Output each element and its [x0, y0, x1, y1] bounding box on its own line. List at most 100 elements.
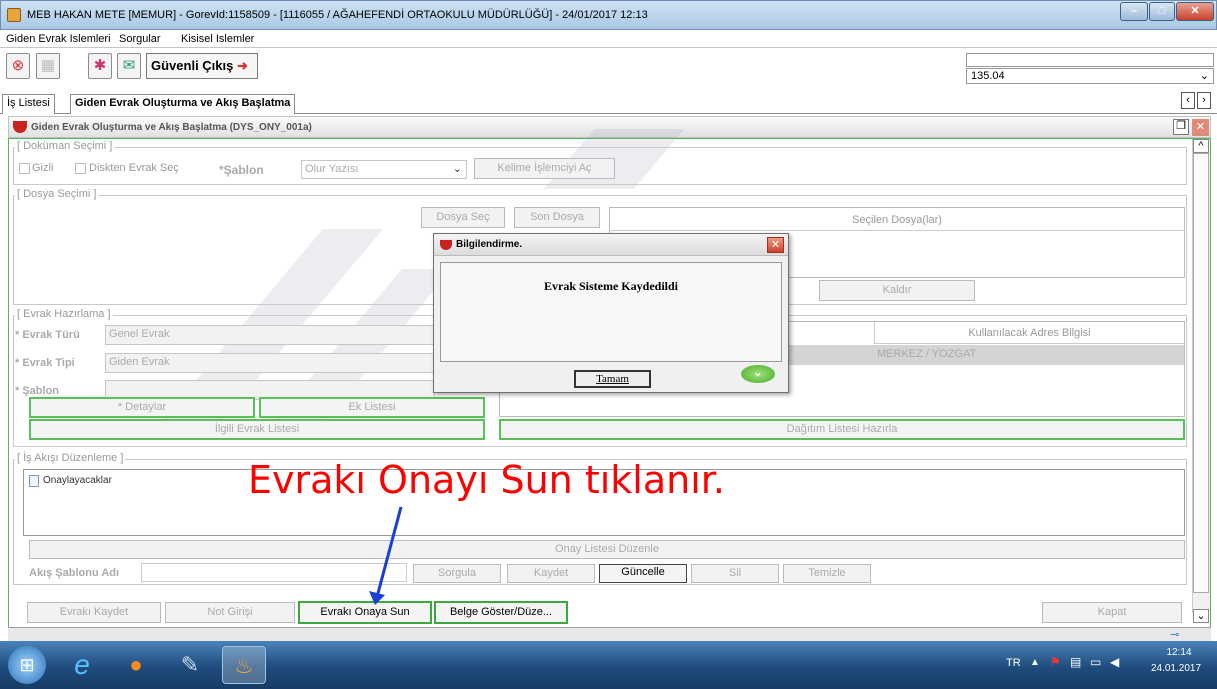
window-title: MEB HAKAN METE [MEMUR] - GorevId:1158509… — [27, 9, 648, 21]
tab-scroll-left-icon[interactable]: ‹ — [1181, 92, 1195, 109]
sablon-select[interactable]: Olur Yazısı ⌄ — [301, 160, 467, 179]
temizle-button[interactable]: Temizle — [783, 564, 871, 583]
top-combo[interactable] — [966, 53, 1214, 67]
evraki-kaydet-button[interactable]: Evrakı Kaydet — [27, 602, 161, 623]
chevron-down-icon: ⌄ — [1199, 70, 1209, 82]
disk-label: Diskten Evrak Seç — [89, 162, 179, 174]
hazirlama-legend: [ Evrak Hazırlama ] — [15, 308, 113, 320]
tray-arrow-icon[interactable]: ▲ — [1030, 657, 1040, 668]
display-icon[interactable]: ▭ — [1090, 655, 1101, 669]
dialog-message-box — [440, 262, 782, 362]
sablon-adi-label: Akış Şablonu Adı — [29, 567, 120, 579]
ilgili-evrak-button[interactable]: İlgili Evrak Listesi — [29, 419, 485, 440]
dokuman-legend: [ Doküman Seçimi ] — [15, 140, 115, 152]
onaylayacaklar-node[interactable]: Onaylayacaklar — [43, 475, 112, 486]
taskbar: ⊞ e ● ✎ ♨ TR ▲ ⚑ ▤ ▭ ◀ 12:14 24.01.2017 — [0, 641, 1217, 689]
volume-icon[interactable]: ◀ — [1110, 655, 1119, 669]
ek-listesi-button[interactable]: Ek Listesi — [259, 397, 485, 418]
dialog-message: Evrak Sisteme Kaydedildi — [543, 279, 678, 293]
window-titlebar: MEB HAKAN METE [MEMUR] - GorevId:1158509… — [0, 0, 1217, 30]
son-dosya-button[interactable]: Son Dosya — [514, 207, 600, 228]
adres-header: Kullanılacak Adres Bilgisi — [874, 322, 1184, 344]
java-app-taskbar-icon[interactable]: ♨ — [222, 646, 266, 684]
close-window-button[interactable]: ✕ — [1176, 2, 1214, 21]
dagitim-listesi-button[interactable]: Dağıtım Listesi Hazırla — [499, 419, 1185, 440]
kapat-button[interactable]: Kapat — [1042, 602, 1182, 623]
toolbar: ⊗ ▦ ✱ ✉ Güvenli Çıkış ➜ 135.04 ⌄ — [0, 48, 1217, 90]
akis-legend: [ İş Akışı Düzenleme ] — [15, 452, 126, 464]
hazirlama-sablon-label: * Şablon — [15, 385, 60, 397]
guncelle-button[interactable]: Güncelle — [599, 564, 687, 583]
menu-kisisel[interactable]: Kisisel Islemler — [181, 33, 254, 45]
chevron-down-icon: ⌄ — [452, 163, 462, 175]
form-title: Giden Evrak Oluşturma ve Akış Başlatma (… — [31, 122, 312, 133]
status-bar: ⊸ — [8, 627, 1211, 641]
dialog-header: Bilgilendirme. ✕ — [434, 234, 788, 256]
document-icon — [29, 475, 39, 487]
menu-sorgular[interactable]: Sorgular — [119, 33, 161, 45]
firefox-icon[interactable]: ● — [114, 646, 158, 684]
belge-goster-button[interactable]: Belge Göster/Düze... — [434, 601, 568, 624]
menu-bar: Giden Evrak Islemleri Sorgular Kisisel I… — [0, 30, 1217, 48]
action-center-icon[interactable]: ⚑ — [1050, 655, 1061, 669]
arrow-shaft — [375, 506, 403, 598]
sorgula-button[interactable]: Sorgula — [413, 564, 501, 583]
tab-giden-evrak[interactable]: Giden Evrak Oluşturma ve Akış Başlatma — [70, 94, 296, 114]
secure-exit-button[interactable]: Güvenli Çıkış ➜ — [146, 53, 258, 79]
restore-icon[interactable]: ❐ — [1173, 119, 1189, 135]
detaylar-button[interactable]: * Detaylar — [29, 397, 255, 418]
maximize-button[interactable]: □ — [1149, 2, 1175, 21]
not-girisi-button[interactable]: Not Girişi — [165, 602, 295, 623]
info-dialog: Bilgilendirme. ✕ Evrak Sisteme Kaydedild… — [433, 233, 789, 393]
language-indicator[interactable]: TR — [1006, 657, 1021, 669]
paint-icon[interactable]: ✎ — [168, 646, 212, 684]
version-combo[interactable]: 135.04 ⌄ — [966, 68, 1214, 84]
evrak-tipi-label: * Evrak Tipi — [15, 357, 75, 369]
tab-scroll-right-icon[interactable]: › — [1197, 92, 1211, 109]
clock-date[interactable]: 24.01.2017 — [1146, 663, 1206, 674]
scroll-up-icon[interactable]: ^ — [1193, 139, 1209, 153]
evrak-turu-label: * Evrak Türü — [15, 329, 80, 341]
scroll-down-icon[interactable]: ⌄ — [1193, 609, 1209, 623]
kelime-islemci-button[interactable]: Kelime İşlemciyi Aç — [474, 158, 615, 179]
stop-icon[interactable]: ⊗ — [6, 53, 30, 79]
arrow-head-icon — [369, 591, 385, 605]
network-icon[interactable]: ▤ — [1070, 655, 1081, 669]
start-orb-icon[interactable]: ⊞ — [8, 646, 46, 684]
gizli-label: Gizli — [32, 162, 54, 174]
grid-icon[interactable]: ▦ — [36, 53, 60, 79]
adres-row-value: MERKEZ / YOZGAT — [877, 348, 977, 360]
dialog-title: Bilgilendirme. — [456, 239, 523, 250]
dialog-logo-icon — [440, 240, 452, 250]
java-app-icon — [7, 8, 21, 22]
kaldir-button[interactable]: Kaldır — [819, 280, 975, 301]
dosya-legend: [ Dosya Seçimi ] — [15, 188, 99, 200]
form-close-icon[interactable]: ✕ — [1192, 119, 1209, 136]
plug-icon: ⊸ — [1170, 629, 1180, 641]
evrak-turu-field[interactable]: Genel Evrak — [105, 325, 435, 345]
dosya-sec-button[interactable]: Dosya Seç — [421, 207, 505, 228]
annotation-arrow — [369, 506, 403, 605]
colors-icon[interactable]: ✱ — [88, 53, 112, 79]
chat-icon[interactable]: ✉ — [117, 53, 141, 79]
menu-giden-evrak[interactable]: Giden Evrak Islemleri — [6, 33, 111, 45]
ie-icon[interactable]: e — [60, 646, 104, 684]
exit-door-icon: ➜ — [237, 58, 248, 73]
annotation-text: Evrakı Onayı Sun tıklanır. — [248, 458, 725, 502]
tab-is-listesi[interactable]: İş Listesi — [2, 94, 55, 114]
gizli-checkbox[interactable] — [19, 163, 30, 174]
tab-bar: İş Listesi Giden Evrak Oluşturma ve Akış… — [0, 90, 1217, 114]
dialog-close-icon[interactable]: ✕ — [767, 237, 784, 253]
check-icon: ⌄ — [741, 365, 775, 383]
onay-listesi-button[interactable]: Onay Listesi Düzenle — [29, 540, 1185, 559]
disk-checkbox[interactable] — [75, 163, 86, 174]
scroll-thumb[interactable] — [1193, 153, 1209, 593]
form-logo-icon — [13, 121, 27, 133]
evrak-tipi-field[interactable]: Giden Evrak — [105, 353, 435, 373]
tamam-button[interactable]: Tamam — [574, 370, 651, 388]
clock-time[interactable]: 12:14 — [1157, 647, 1201, 658]
secilen-dosya-header: Seçilen Dosya(lar) — [609, 209, 1185, 231]
sil-button[interactable]: Sil — [691, 564, 779, 583]
kaydet-button[interactable]: Kaydet — [507, 564, 595, 583]
minimize-button[interactable]: – — [1120, 2, 1148, 21]
